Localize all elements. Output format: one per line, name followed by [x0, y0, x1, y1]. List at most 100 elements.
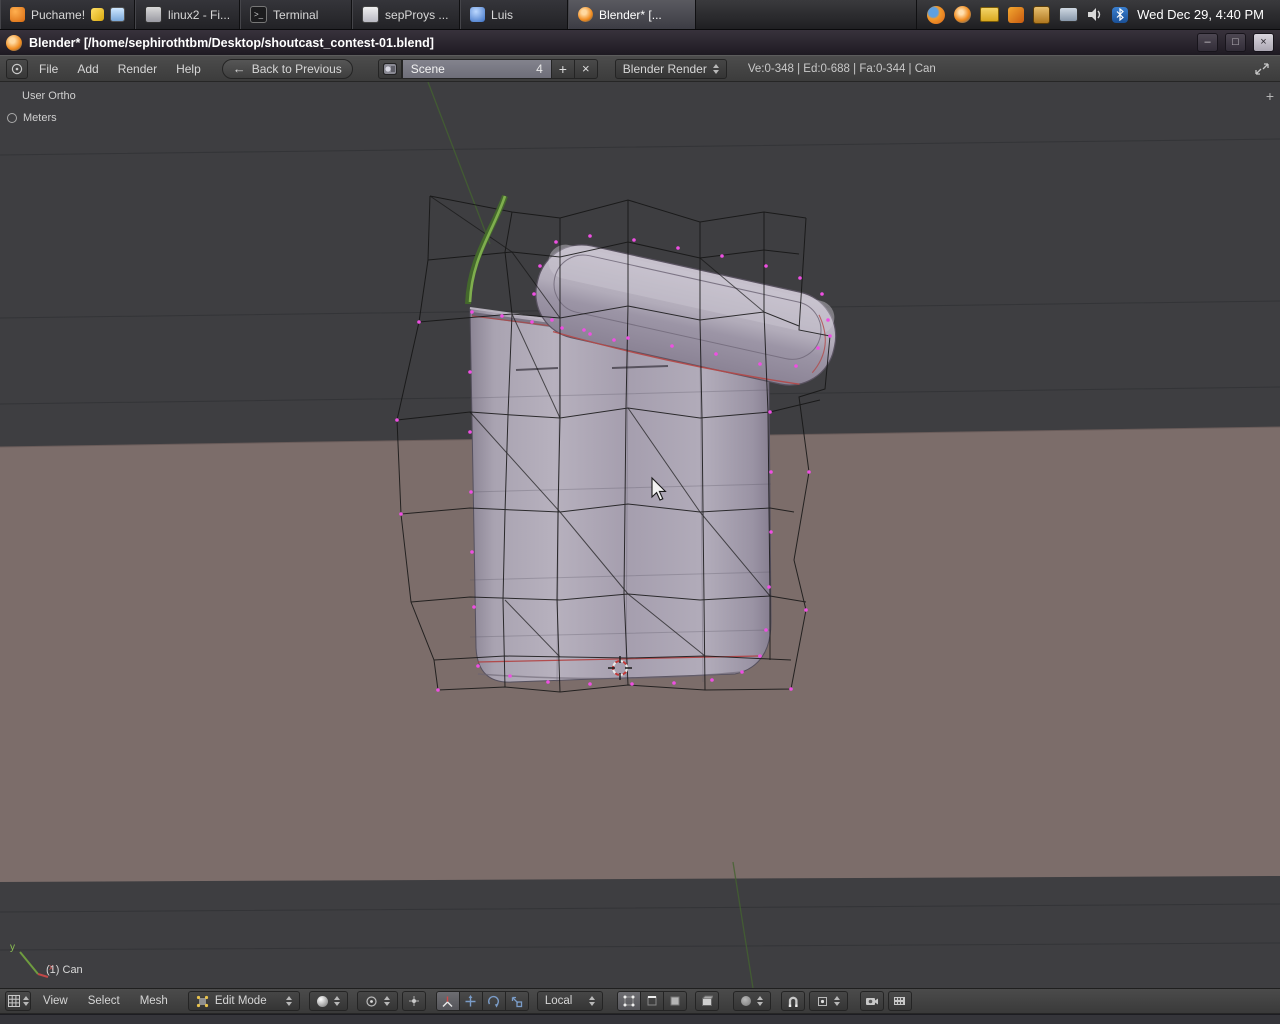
manipulator-scale[interactable]	[505, 991, 529, 1011]
menu-render[interactable]: Render	[110, 60, 165, 78]
proportional-edit-icon	[741, 996, 751, 1006]
scene-name: Scene	[411, 62, 445, 76]
mode-label: Edit Mode	[215, 995, 267, 1007]
taskbar-window-label: Terminal	[273, 8, 318, 22]
edge-select-button[interactable]	[640, 991, 664, 1011]
menu-mesh[interactable]: Mesh	[132, 993, 176, 1009]
scene-statistics: Ve:0-348 | Ed:0-688 | Fa:0-344 | Can	[748, 63, 936, 75]
info-header: File Add Render Help ← Back to Previous …	[0, 55, 1280, 82]
clock[interactable]: Wed Dec 29, 4:40 PM	[1137, 7, 1270, 22]
network-tray-icon[interactable]	[1059, 7, 1078, 22]
desktop: Puchame! linux2 - Fi... >_ Terminal sepP…	[0, 0, 1280, 1024]
volume-icon[interactable]	[1087, 7, 1103, 22]
pencil-icon	[91, 8, 104, 21]
buddy-icon	[470, 7, 485, 22]
scene-datablock: Scene 4 + ×	[378, 59, 598, 79]
maximize-button[interactable]: □	[1225, 33, 1246, 52]
pivot-align-toggle[interactable]	[402, 991, 426, 1011]
document-icon	[362, 6, 379, 23]
menu-select[interactable]: Select	[80, 993, 128, 1009]
keyring-tray-icon[interactable]	[1033, 6, 1050, 24]
scene-unlink-button[interactable]: ×	[574, 59, 598, 79]
translate-icon	[464, 995, 477, 1008]
snap-toggle-button[interactable]	[781, 991, 805, 1011]
scene-name-field[interactable]: Scene 4	[402, 59, 552, 79]
scene-browse-icon[interactable]	[378, 59, 402, 79]
scale-icon	[510, 995, 523, 1008]
manipulator-rotate[interactable]	[482, 991, 506, 1011]
orientation-label: Local	[545, 995, 573, 1007]
blender-window-icon	[6, 35, 22, 51]
window-titlebar[interactable]: Blender* [/home/sephirothtbm/Desktop/sho…	[0, 30, 1280, 55]
taskbar-window-label: sepProys ...	[385, 8, 448, 22]
system-tray: Wed Dec 29, 4:40 PM	[916, 0, 1280, 29]
update-tray-icon[interactable]	[1008, 7, 1024, 23]
firefox-tray-icon[interactable]	[927, 6, 945, 24]
image-icon	[110, 7, 125, 22]
taskbar-window-label: Puchame!	[31, 8, 85, 22]
plus-icon: +	[559, 62, 567, 76]
manipulator-toggle[interactable]	[436, 991, 460, 1011]
back-to-previous-button[interactable]: ← Back to Previous	[222, 59, 353, 79]
chevron-updown-icon	[713, 64, 719, 74]
view-name-label: User Ortho	[22, 90, 76, 102]
unit-icon	[7, 113, 17, 123]
snap-element-dropdown[interactable]	[809, 991, 848, 1011]
pivot-align-icon	[408, 995, 420, 1007]
terminal-icon: >_	[250, 6, 267, 23]
transform-orientation-dropdown[interactable]: Local	[537, 991, 603, 1011]
manipulator-translate[interactable]	[459, 991, 483, 1011]
pivot-point-dropdown[interactable]	[357, 991, 398, 1011]
taskbar-window-label: linux2 - Fi...	[168, 8, 230, 22]
close-button[interactable]: ×	[1253, 33, 1274, 52]
unit-label: Meters	[23, 112, 57, 124]
film-icon	[893, 995, 906, 1007]
minimize-button[interactable]: –	[1197, 33, 1218, 52]
manipulator-axis-icon	[441, 995, 454, 1008]
properties-region-toggle[interactable]: +	[1266, 88, 1274, 104]
taskbar-window-blender[interactable]: Blender* [...	[568, 0, 696, 29]
menu-help[interactable]: Help	[168, 60, 209, 78]
3d-viewport[interactable]: User Ortho Meters + y x (1) Can	[0, 82, 1280, 988]
taskbar-window-sepproys[interactable]: sepProys ...	[352, 0, 460, 29]
fullscreen-icon[interactable]	[1254, 62, 1270, 76]
menu-file[interactable]: File	[31, 60, 66, 78]
render-engine-dropdown[interactable]: Blender Render	[615, 59, 727, 79]
taskbar-window-puchame[interactable]: Puchame!	[0, 0, 135, 29]
scene-user-count: 4	[536, 62, 543, 76]
face-select-button[interactable]	[663, 991, 687, 1011]
viewport-shading-dropdown[interactable]	[309, 991, 348, 1011]
window-title: Blender* [/home/sephirothtbm/Desktop/sho…	[29, 36, 1190, 50]
scene-add-button[interactable]: +	[551, 59, 575, 79]
bluetooth-icon[interactable]	[1112, 7, 1128, 23]
rotate-icon	[487, 995, 500, 1008]
window-icon	[145, 6, 162, 23]
menu-add[interactable]: Add	[69, 60, 106, 78]
vertex-select-button[interactable]	[617, 991, 641, 1011]
snap-increment-icon	[817, 996, 828, 1007]
files-tray-icon[interactable]	[980, 7, 999, 22]
proportional-edit-dropdown[interactable]	[733, 991, 771, 1011]
x-icon: ×	[582, 62, 590, 75]
manipulator-buttons	[436, 991, 529, 1011]
axis-y-label: y	[10, 942, 15, 953]
limit-to-visible-button[interactable]	[695, 991, 719, 1011]
editor-type-3dview-icon[interactable]	[5, 991, 31, 1011]
select-mode-buttons	[617, 991, 687, 1011]
taskbar-window-terminal[interactable]: >_ Terminal	[240, 0, 352, 29]
solid-shading-icon	[317, 996, 328, 1007]
camera-icon	[865, 995, 879, 1007]
edit-mode-icon	[196, 995, 209, 1008]
taskbar-window-firefox[interactable]: linux2 - Fi...	[135, 0, 240, 29]
menu-view[interactable]: View	[35, 993, 76, 1009]
magnet-icon	[787, 995, 799, 1008]
edge-select-icon	[646, 995, 658, 1007]
taskbar-window-luis[interactable]: Luis	[460, 0, 568, 29]
viewport-canvas[interactable]	[0, 82, 1280, 988]
blender-tray-icon[interactable]	[954, 6, 971, 23]
editor-type-info-icon[interactable]	[6, 59, 28, 79]
chat-icon	[10, 7, 25, 22]
opengl-render-button[interactable]	[860, 991, 884, 1011]
opengl-render-anim-button[interactable]	[888, 991, 912, 1011]
mode-dropdown[interactable]: Edit Mode	[188, 991, 300, 1011]
